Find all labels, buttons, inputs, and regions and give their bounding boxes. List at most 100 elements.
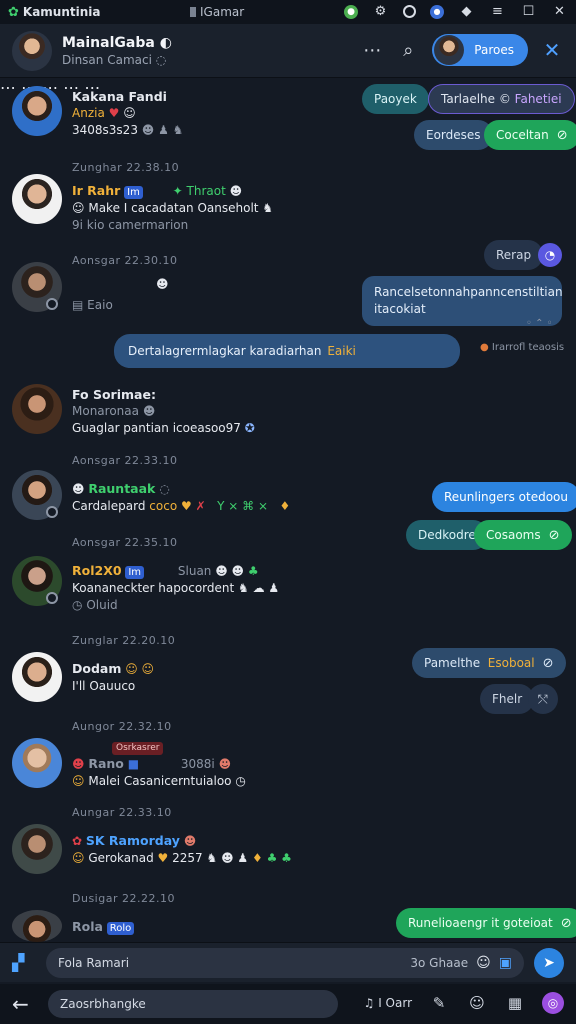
message-subtext: 9i kio camermarion — [72, 218, 189, 232]
status-text: ✦ Thraot — [172, 184, 226, 198]
emoji-text: coco — [149, 499, 178, 513]
user-avatar[interactable] — [12, 174, 62, 224]
message-text: Koananeckter hapocordent — [72, 581, 235, 595]
user-avatar[interactable] — [12, 824, 62, 874]
more-options-icon[interactable]: ⋯ — [360, 40, 384, 61]
username[interactable]: Rauntaak — [88, 481, 155, 496]
edit-icon[interactable]: ✎ — [428, 992, 450, 1014]
action-pill[interactable]: Rerap — [484, 240, 544, 270]
role-badge: Osrkasrer — [112, 742, 164, 755]
confirm-pill[interactable]: Cosaoms ⊘ — [474, 520, 572, 550]
status-indicator — [46, 592, 58, 604]
settings-icon[interactable]: ⚙ — [372, 3, 389, 20]
message-input[interactable]: Fola Ramari 3o Ghaae ☺ ▣ — [46, 947, 524, 978]
user-tag: Im — [124, 186, 143, 199]
attachment-icon: ▤ — [72, 298, 84, 312]
reaction-icon: ☻ — [218, 757, 232, 771]
close-icon[interactable]: ✕ — [540, 38, 564, 62]
emoji-picker-icon[interactable]: ☺ — [476, 955, 491, 971]
username[interactable]: Kakana Fandi — [72, 88, 183, 105]
secondary-input[interactable]: Zaosrbhangke — [48, 990, 338, 1018]
message-menu-icon[interactable]: ⋯ — [0, 78, 16, 97]
message-feed[interactable]: Kakana Fandi Anzia ♥ ☺ 3408s3s23 ☻ ♟ ♞ P… — [0, 78, 576, 942]
username[interactable]: Fo Sorimae: — [72, 386, 255, 403]
back-arrow-icon[interactable]: ← — [12, 992, 42, 1016]
message-text: 3408s3s23 — [72, 123, 138, 137]
timestamp-divider: Zunglar 22.20.10 — [72, 634, 176, 647]
username[interactable]: SK Ramorday — [86, 833, 180, 848]
search-icon[interactable]: ⌕ — [396, 40, 420, 61]
action-pill[interactable]: Pamelthe Esoboal ⊘ — [412, 648, 566, 678]
link-icon: ⊘ — [542, 655, 554, 671]
action-pill[interactable]: Reunlingers otedoou — [432, 482, 576, 512]
status-indicator — [46, 298, 58, 310]
username[interactable]: Rano — [88, 756, 124, 771]
status-text: 3088i — [180, 757, 215, 771]
profile-label: Paroes — [474, 43, 514, 57]
user-avatar[interactable] — [12, 738, 62, 788]
user-role: Monaronaa — [72, 404, 139, 418]
message-text: Guaglar pantian icoeasoo97 — [72, 421, 241, 435]
user-avatar[interactable] — [12, 86, 62, 136]
close-window-icon[interactable]: ✕ — [551, 3, 568, 20]
clock-icon: ◷ — [72, 598, 83, 612]
reaction-icon: ☻ — [183, 834, 197, 848]
voice-icon: ♫ — [363, 996, 375, 1010]
reaction-pill[interactable]: Tarlaelhe © Fahetiei — [428, 84, 575, 114]
system-aside: ● Irarrofl teaosis — [480, 342, 565, 353]
notification-icon[interactable]: ● — [430, 4, 444, 19]
system-tray: ● ⚙ ● ◆ ≡ ☐ ✕ — [344, 3, 568, 20]
action-pill[interactable]: Eordeses — [414, 120, 493, 150]
channel-subtitle: Dinsan Camaci ◌ — [62, 52, 167, 67]
timestamp-divider: Aungor 22.32.10 — [72, 720, 172, 733]
message-text: Malei Casanicerntuialoo — [88, 774, 232, 788]
username[interactable]: Rol2X0 — [72, 563, 122, 578]
tag-icon[interactable]: ◆ — [458, 3, 475, 20]
channel-avatar[interactable] — [12, 30, 52, 71]
app-logo-icon: ✿ — [8, 4, 19, 20]
username[interactable]: Dodam — [72, 661, 121, 676]
user-avatar[interactable] — [12, 384, 62, 434]
emoji-icon[interactable]: ☺ — [466, 992, 488, 1014]
user-avatar[interactable] — [12, 910, 62, 942]
boost-icon[interactable]: ◎ — [542, 992, 564, 1014]
menu-icon[interactable]: ≡ — [489, 3, 506, 20]
mention-icon[interactable]: ◔ — [538, 243, 562, 267]
username[interactable]: Ir Rahr — [72, 183, 120, 198]
bot-icon: ☻ — [229, 184, 243, 198]
emoji-icon: ☻ — [72, 482, 85, 496]
forward-button[interactable]: ⤲ — [528, 684, 558, 714]
user-role: Anzia — [72, 106, 105, 120]
maximize-icon[interactable]: ☐ — [520, 3, 537, 20]
reply-pill[interactable]: Paoyek — [362, 84, 429, 114]
heart-icon: ♥ — [157, 851, 169, 865]
sticker-icon[interactable]: ▦ — [504, 992, 526, 1014]
chat-header: MainalGaba ◐ Dinsan Camaci ◌ ⋯ ⌕ Paroes … — [0, 24, 576, 78]
timestamp-divider: Zunghar 22.38.10 — [72, 161, 180, 174]
send-button[interactable]: ➤ — [534, 947, 564, 978]
timestamp-divider: Aungar 22.33.10 — [72, 806, 172, 819]
verified-icon: ■ — [127, 757, 140, 771]
settings-small-icon: ◌ — [159, 482, 170, 496]
window-title: IGamar — [190, 5, 244, 19]
reply-pill[interactable]: Fhelr — [480, 684, 535, 714]
app-name: Kamuntinia — [22, 5, 101, 19]
apps-icon[interactable]: ▞ — [12, 953, 38, 972]
info-icon: ◌ — [155, 52, 167, 67]
confirm-pill[interactable]: Coceltan ⊘ — [484, 120, 576, 150]
reaction-icons: ☻ ☻ ♣ — [215, 564, 259, 578]
message-text: Cardalepard — [72, 499, 146, 513]
controller-icon: ◐ — [159, 34, 172, 51]
circle-icon[interactable] — [403, 5, 416, 18]
profile-button[interactable]: Paroes — [432, 34, 528, 66]
tool-label[interactable]: ♫ I Oarr — [364, 996, 412, 1010]
user-avatar[interactable] — [12, 652, 62, 702]
confirm-pill[interactable]: Runelioaengr it goteioat ⊘ — [396, 908, 576, 938]
status-online-icon[interactable]: ● — [344, 4, 358, 19]
link-icon: ⊘ — [556, 127, 568, 143]
message-composer: ▞ Fola Ramari 3o Ghaae ☺ ▣ ➤ — [0, 942, 576, 982]
attach-icon[interactable]: ▣ — [499, 955, 512, 971]
character-counter: 3o Ghaae — [410, 955, 469, 970]
system-message[interactable]: Dertalagrermlagkar karadiarhan Eaiki — [114, 334, 460, 368]
username[interactable]: Rola — [72, 919, 103, 934]
